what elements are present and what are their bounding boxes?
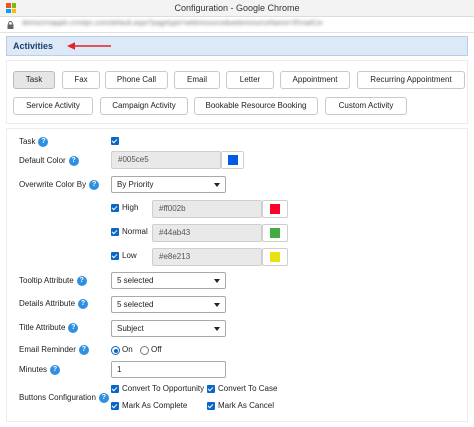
tooltip-attribute-label: Tooltip Attribute: [19, 276, 74, 285]
email-reminder-off-label: Off: [151, 345, 162, 354]
tooltip-attribute-value: 5 selected: [117, 276, 154, 285]
tab-custom-activity[interactable]: Custom Activity: [325, 97, 407, 115]
email-reminder-on-label: On: [122, 345, 133, 354]
overwrite-color-select[interactable]: By Priority: [111, 176, 226, 193]
tab-phone-call[interactable]: Phone Call: [105, 71, 168, 89]
chevron-down-icon: [214, 303, 220, 307]
question-circle-icon[interactable]: ?: [76, 275, 87, 286]
address-bar[interactable]: democrmappln.crmdyn.com/default.aspx?pag…: [0, 17, 474, 33]
mark-as-cancel-label: Mark As Cancel: [218, 401, 275, 410]
normal-color-input[interactable]: #44ab43: [152, 224, 262, 242]
question-circle-icon[interactable]: ?: [98, 392, 109, 403]
normal-priority-checkbox[interactable]: [111, 228, 119, 236]
question-circle-icon[interactable]: ?: [78, 298, 89, 309]
high-priority-checkbox[interactable]: [111, 204, 119, 212]
window-title: Configuration - Google Chrome: [174, 3, 300, 13]
title-attribute-value: Subject: [117, 324, 144, 333]
title-attribute-label: Title Attribute: [19, 323, 66, 332]
chevron-down-icon: [214, 183, 220, 187]
low-color-picker[interactable]: [262, 248, 288, 266]
overwrite-color-label-row: Overwrite Color By?: [19, 179, 100, 191]
low-priority-checkbox[interactable]: [111, 252, 119, 260]
question-circle-icon[interactable]: ?: [78, 344, 89, 355]
question-circle-icon[interactable]: ?: [50, 364, 61, 375]
tab-letter[interactable]: Letter: [226, 71, 274, 89]
email-reminder-label-row: Email Reminder?: [19, 344, 89, 356]
activities-header: Activities: [6, 36, 468, 56]
overwrite-color-value: By Priority: [117, 180, 154, 189]
activity-tabs: Task Fax Phone Call Email Letter Appoint…: [6, 60, 468, 124]
minutes-input[interactable]: 1: [111, 361, 226, 378]
chevron-down-icon: [214, 327, 220, 331]
tab-task[interactable]: Task: [13, 71, 55, 89]
tab-bookable-resource-booking[interactable]: Bookable Resource Booking: [194, 97, 318, 115]
question-circle-icon[interactable]: ?: [68, 322, 79, 333]
high-color-picker[interactable]: [262, 200, 288, 218]
details-attribute-label: Details Attribute: [19, 299, 76, 308]
section-title: Activities: [13, 41, 54, 51]
convert-to-opportunity-checkbox[interactable]: [111, 385, 119, 393]
url-text: democrmappln.crmdyn.com/default.aspx?pag…: [22, 20, 322, 27]
question-circle-icon[interactable]: ?: [89, 179, 100, 190]
color-swatch: [270, 228, 280, 238]
low-color-input[interactable]: #e8e213: [152, 248, 262, 266]
question-circle-icon[interactable]: ?: [68, 155, 79, 166]
task-label-row: Task?: [19, 136, 49, 148]
chevron-down-icon: [214, 279, 220, 283]
convert-to-case-label: Convert To Case: [218, 384, 278, 393]
convert-to-case-checkbox[interactable]: [207, 385, 215, 393]
details-attribute-label-row: Details Attribute?: [19, 298, 89, 310]
tab-recurring-appointment[interactable]: Recurring Appointment: [357, 71, 465, 89]
high-priority-label: High: [122, 203, 139, 212]
task-label: Task: [19, 137, 36, 146]
red-arrow-icon: [67, 42, 111, 50]
minutes-label: Minutes: [19, 365, 48, 374]
color-swatch: [270, 204, 280, 214]
title-attribute-label-row: Title Attribute?: [19, 322, 79, 334]
question-circle-icon[interactable]: ?: [38, 136, 49, 147]
email-reminder-on-radio[interactable]: [111, 346, 120, 355]
buttons-configuration-label-row: Buttons Configuration?: [19, 392, 109, 404]
default-color-label-row: Default Color?: [19, 155, 79, 167]
window-titlebar: Configuration - Google Chrome: [0, 0, 474, 17]
tab-campaign-activity[interactable]: Campaign Activity: [100, 97, 188, 115]
mark-as-complete-checkbox[interactable]: [111, 402, 119, 410]
task-checkbox[interactable]: [111, 137, 119, 145]
color-swatch: [228, 155, 238, 165]
minutes-label-row: Minutes?: [19, 364, 61, 376]
tab-appointment[interactable]: Appointment: [280, 71, 350, 89]
convert-to-opportunity-label: Convert To Opportunity: [122, 384, 205, 393]
tab-service-activity[interactable]: Service Activity: [13, 97, 93, 115]
color-swatch: [270, 252, 280, 262]
default-color-label: Default Color: [19, 156, 66, 165]
tooltip-attribute-label-row: Tooltip Attribute?: [19, 275, 87, 287]
tab-fax[interactable]: Fax: [62, 71, 100, 89]
high-color-input[interactable]: #ff002b: [152, 200, 262, 218]
mark-as-cancel-checkbox[interactable]: [207, 402, 215, 410]
low-priority-label: Low: [122, 251, 137, 260]
tab-email[interactable]: Email: [174, 71, 220, 89]
default-color-input[interactable]: #005ce5: [111, 151, 221, 169]
default-color-picker[interactable]: [221, 151, 244, 169]
title-attribute-select[interactable]: Subject: [111, 320, 226, 337]
email-reminder-off-radio[interactable]: [140, 346, 149, 355]
details-attribute-value: 5 selected: [117, 300, 154, 309]
normal-priority-label: Normal: [122, 227, 148, 236]
email-reminder-label: Email Reminder: [19, 345, 76, 354]
normal-color-picker[interactable]: [262, 224, 288, 242]
details-attribute-select[interactable]: 5 selected: [111, 296, 226, 313]
buttons-configuration-label: Buttons Configuration: [19, 393, 96, 402]
mark-as-complete-label: Mark As Complete: [122, 401, 188, 410]
lock-icon: [7, 21, 14, 29]
overwrite-color-label: Overwrite Color By: [19, 180, 87, 189]
tooltip-attribute-select[interactable]: 5 selected: [111, 272, 226, 289]
